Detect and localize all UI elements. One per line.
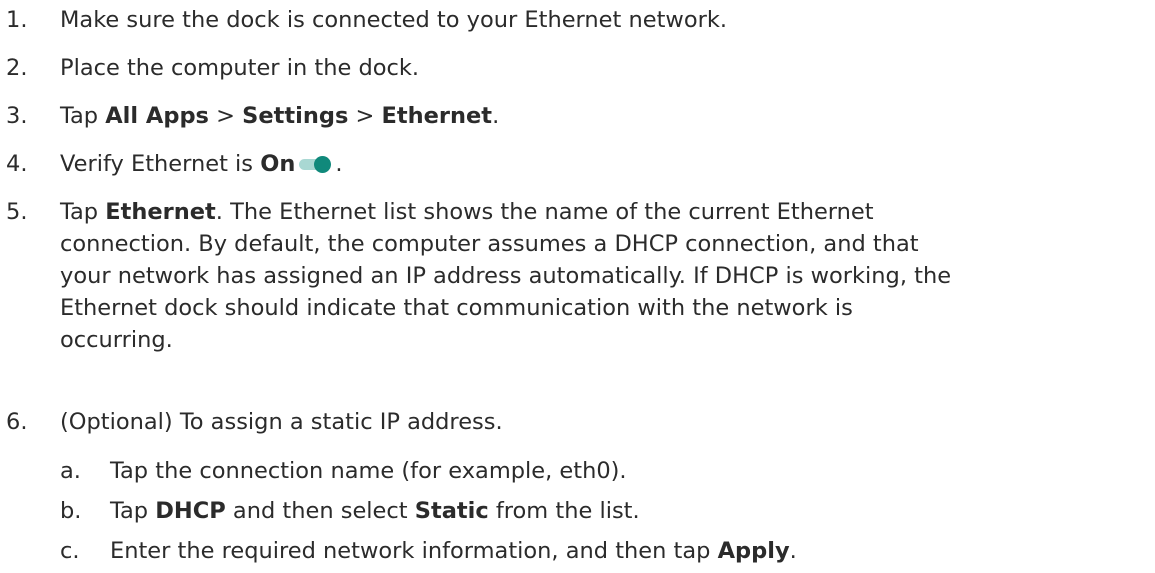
step-4: 4. Verify Ethernet is On. bbox=[0, 148, 1155, 180]
substep-a: a. Tap the connection name (for example,… bbox=[0, 455, 1155, 487]
step-text: Place the computer in the dock. bbox=[60, 55, 420, 81]
step-number: 3. bbox=[6, 103, 28, 129]
step-5-line-3: your network has assigned an IP address … bbox=[60, 263, 952, 289]
settings-label: Settings bbox=[242, 103, 349, 129]
substep-letter: a. bbox=[60, 458, 81, 484]
step-5: 5. Tap Ethernet. The Ethernet list shows… bbox=[0, 196, 1155, 356]
step-text: Tap Ethernet. The Ethernet list shows th… bbox=[60, 196, 1155, 356]
substep-text: Tap DHCP and then select Static from the… bbox=[110, 498, 640, 524]
substep-letter: c. bbox=[60, 538, 80, 564]
step-number: 1. bbox=[6, 7, 28, 33]
ethernet-label: Ethernet bbox=[105, 199, 216, 225]
step-number: 2. bbox=[6, 55, 28, 81]
step-number: 6. bbox=[6, 409, 28, 435]
step-5-line-2: connection. By default, the computer ass… bbox=[60, 231, 919, 257]
step-text: (Optional) To assign a static IP address… bbox=[60, 409, 503, 435]
step-1: 1. Make sure the dock is connected to yo… bbox=[0, 4, 1155, 36]
step-text: Tap All Apps > Settings > Ethernet. bbox=[60, 103, 500, 129]
substep-c: c. Enter the required network informatio… bbox=[0, 535, 1155, 567]
step-number: 5. bbox=[6, 199, 28, 225]
toggle-on-icon bbox=[299, 154, 335, 174]
dhcp-label: DHCP bbox=[155, 498, 226, 524]
substep-b: b. Tap DHCP and then select Static from … bbox=[0, 495, 1155, 527]
all-apps-label: All Apps bbox=[105, 103, 209, 129]
substep-text: Enter the required network information, … bbox=[110, 538, 797, 564]
step-6: 6. (Optional) To assign a static IP addr… bbox=[0, 406, 1155, 438]
step-text: Make sure the dock is connected to your … bbox=[60, 7, 728, 33]
step-5-line-5: occurring. bbox=[60, 327, 173, 353]
on-label: On bbox=[260, 151, 296, 177]
step-text: Verify Ethernet is On. bbox=[60, 151, 343, 177]
step-5-line-1: Tap Ethernet. The Ethernet list shows th… bbox=[60, 199, 874, 225]
step-2: 2. Place the computer in the dock. bbox=[0, 52, 1155, 84]
ethernet-label: Ethernet bbox=[381, 103, 493, 129]
substep-text: Tap the connection name (for example, et… bbox=[110, 458, 627, 484]
substep-letter: b. bbox=[60, 498, 82, 524]
step-3: 3. Tap All Apps > Settings > Ethernet. bbox=[0, 100, 1155, 132]
step-5-line-4: Ethernet dock should indicate that commu… bbox=[60, 295, 853, 321]
static-label: Static bbox=[414, 498, 489, 524]
apply-label: Apply bbox=[717, 538, 790, 564]
step-number: 4. bbox=[6, 151, 28, 177]
toggle-thumb bbox=[314, 156, 332, 173]
